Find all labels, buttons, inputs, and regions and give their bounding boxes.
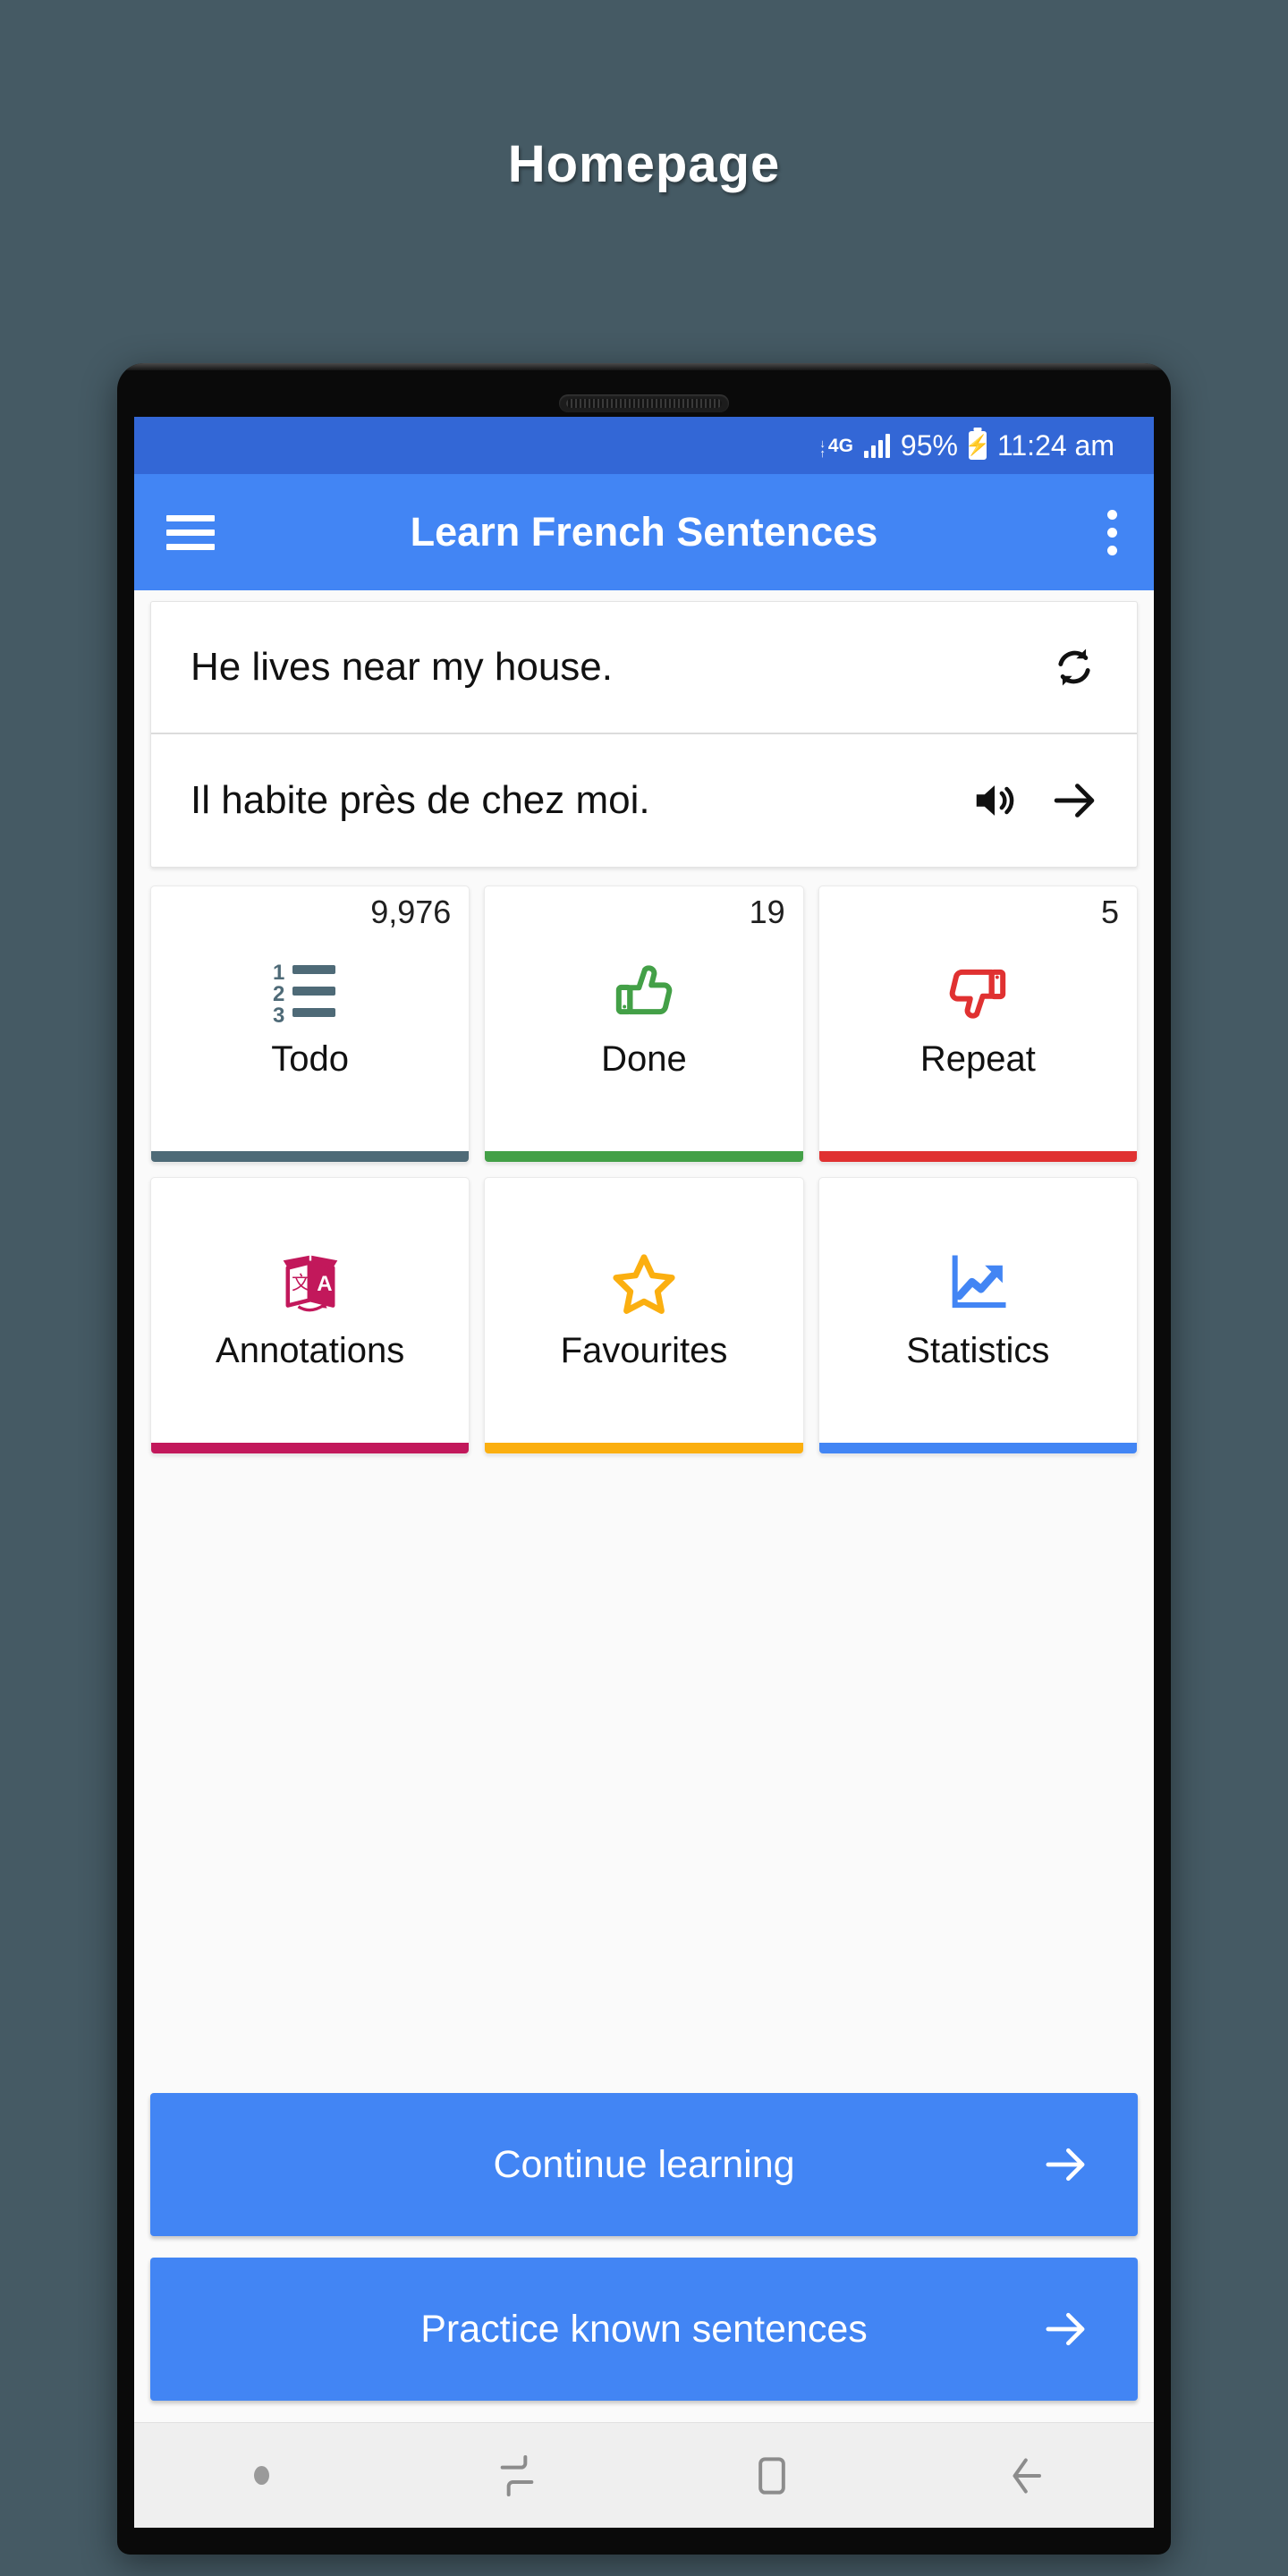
tile-label: Statistics <box>906 1330 1050 1370</box>
tile-count: 9,976 <box>370 894 452 930</box>
numbered-list-icon: 1 2 3 <box>273 957 348 1027</box>
tile-favourites[interactable]: Favourites <box>484 1177 804 1454</box>
tile-done[interactable]: 19 Done <box>484 886 804 1163</box>
continue-learning-label: Continue learning <box>493 2142 795 2186</box>
current-sentence-card: He lives near my house. Il habite près d… <box>150 601 1138 868</box>
tile-accent-bar <box>151 1151 470 1162</box>
android-navigation-bar <box>134 2422 1154 2528</box>
source-sentence-text: He lives near my house. <box>191 645 613 689</box>
app-bar: Learn French Sentences <box>134 474 1154 590</box>
tile-label: Favourites <box>560 1330 728 1370</box>
translate-icon: 文 A <box>278 1249 343 1318</box>
battery-charging-icon: ⚡ <box>965 431 990 460</box>
tile-statistics[interactable]: Statistics <box>818 1177 1138 1454</box>
network-type-label: 4G <box>827 435 853 456</box>
arrow-right-icon[interactable] <box>1049 775 1099 826</box>
tile-accent-bar <box>151 1443 470 1453</box>
tile-annotations[interactable]: 文 A Annotations <box>150 1177 470 1454</box>
status-bar: ↓ ↑ 4G 95% ⚡ 11:24 am <box>134 417 1154 474</box>
tile-accent-bar <box>818 1151 1137 1162</box>
thumbs-up-icon <box>610 957 678 1027</box>
recent-apps-icon[interactable] <box>389 2451 644 2501</box>
continue-learning-button[interactable]: Continue learning <box>150 2093 1138 2236</box>
tile-repeat[interactable]: 5 Repeat <box>818 886 1138 1163</box>
back-arrow-icon[interactable] <box>899 2451 1154 2501</box>
main-content: He lives near my house. Il habite près d… <box>134 590 1154 2422</box>
nav-dot-icon[interactable] <box>134 2466 389 2485</box>
tile-accent-bar <box>485 1443 803 1453</box>
tile-todo[interactable]: 9,976 1 2 3 Todo <box>150 886 470 1163</box>
target-sentence-row[interactable]: Il habite près de chez moi. <box>151 734 1137 867</box>
practice-known-sentences-label: Practice known sentences <box>420 2307 868 2351</box>
target-sentence-text: Il habite près de chez moi. <box>191 778 650 822</box>
phone-screen: ↓ ↑ 4G 95% ⚡ 11:24 am Learn French Senten… <box>134 417 1154 2528</box>
practice-known-sentences-button[interactable]: Practice known sentences <box>150 2258 1138 2401</box>
refresh-sync-icon[interactable] <box>1049 642 1099 692</box>
volume-speaker-icon[interactable] <box>970 776 1019 825</box>
shortcut-tile-grid: 9,976 1 2 3 Todo 19 Done 5 Repeat 文 A An… <box>150 886 1138 1454</box>
tile-label: Repeat <box>919 1038 1036 1079</box>
tile-accent-bar <box>485 1151 803 1162</box>
tile-label: Done <box>601 1038 687 1079</box>
svg-text:文: 文 <box>292 1273 310 1293</box>
source-sentence-row[interactable]: He lives near my house. <box>151 602 1137 734</box>
svg-text:A: A <box>317 1271 332 1295</box>
svg-text:2: 2 <box>273 982 284 1006</box>
page-title: Homepage <box>507 135 781 193</box>
svg-text:1: 1 <box>273 961 284 985</box>
hamburger-menu-icon[interactable] <box>166 507 215 558</box>
tile-count: 19 <box>749 894 785 930</box>
signal-bars-icon <box>863 433 890 458</box>
thumbs-down-icon <box>944 957 1012 1027</box>
clock-label: 11:24 am <box>996 428 1114 462</box>
arrow-right-icon <box>1041 2140 1089 2189</box>
line-chart-up-icon <box>944 1249 1012 1318</box>
tile-label: Todo <box>271 1038 350 1079</box>
phone-device-frame: ↓ ↑ 4G 95% ⚡ 11:24 am Learn French Senten… <box>117 363 1171 2555</box>
tile-accent-bar <box>818 1443 1137 1453</box>
tile-count: 5 <box>1100 894 1119 930</box>
home-square-icon[interactable] <box>644 2451 899 2501</box>
more-vertical-icon[interactable] <box>1102 509 1122 555</box>
star-outline-icon <box>609 1249 679 1318</box>
earpiece-speaker-grille <box>559 394 729 412</box>
svg-text:3: 3 <box>273 1004 284 1024</box>
network-type-indicator: ↓ ↑ 4G <box>819 433 853 460</box>
battery-percent-label: 95% <box>900 428 958 462</box>
app-title: Learn French Sentences <box>410 509 878 555</box>
tile-label: Annotations <box>216 1330 405 1370</box>
data-transfer-arrows-icon: ↓ ↑ <box>819 436 826 460</box>
arrow-right-icon <box>1041 2305 1089 2353</box>
